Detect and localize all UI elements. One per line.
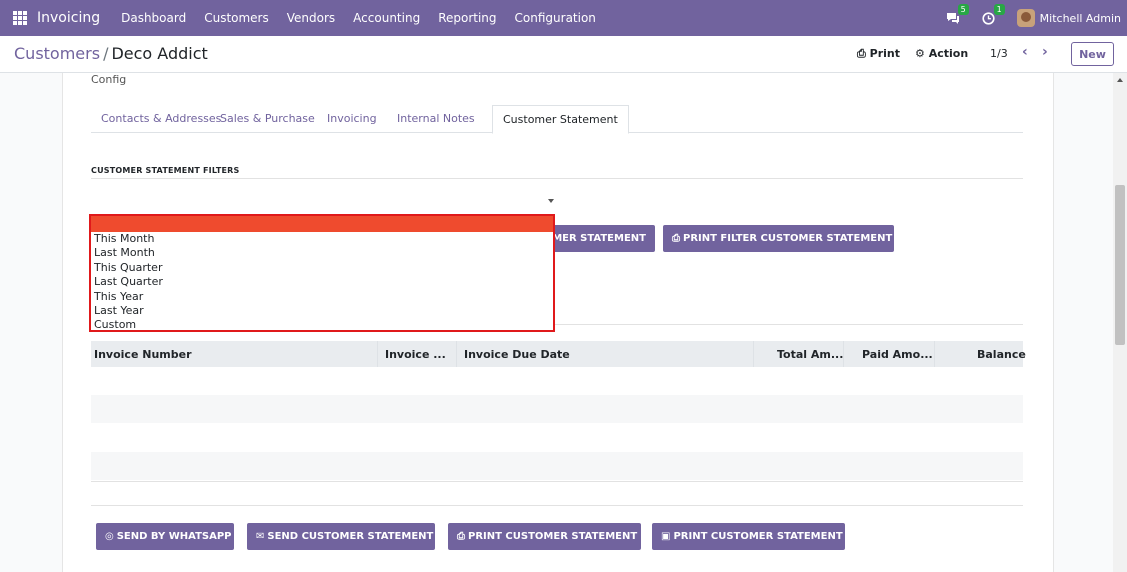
table-row [91,395,1023,423]
config-label: Config [91,73,127,86]
print-label: Print [869,47,901,60]
col-paid-amount[interactable]: Paid Amo... [862,348,933,361]
option-last-quarter[interactable]: Last Quarter [91,275,553,289]
breadcrumb: Customers / Deco Addict [14,44,208,63]
col-separator [753,341,754,367]
tab-customer-statement[interactable]: Customer Statement [492,105,629,134]
user-avatar[interactable] [1016,9,1035,27]
col-balance[interactable]: Balance [977,348,1026,361]
col-separator [377,341,378,367]
whatsapp-icon: ◎ [105,531,114,542]
activities-badge: 1 [993,4,1005,15]
gear-icon: ⚙ [915,47,925,60]
option-this-quarter[interactable]: This Quarter [91,261,553,275]
scroll-up-arrow-icon[interactable] [1117,78,1123,82]
envelope-icon: ✉ [256,531,265,542]
scrollbar-thumb[interactable] [1115,185,1125,345]
menu-accounting[interactable]: Accounting [353,11,420,25]
activity-clock-icon[interactable]: 1 [981,4,1005,26]
top-navbar: Invoicing Dashboard Customers Vendors Ac… [0,0,1127,36]
dropdown-selected-option[interactable] [91,216,553,232]
action-button[interactable]: ⚙ Action [915,47,968,60]
print-icon: ⎙ [457,531,465,542]
tab-contacts-addresses[interactable]: Contacts & Addresses [101,112,221,125]
send-customer-statement-button[interactable]: ✉ SEND CUSTOMER STATEMENT [247,523,435,550]
col-invoice-due-date[interactable]: Invoice Due Date [464,348,570,361]
user-name[interactable]: Mitchell Admin [1040,12,1121,25]
breadcrumb-current: Deco Addict [111,44,208,63]
col-invoice-date[interactable]: Invoice ... [385,348,446,361]
print-customer-statement-button[interactable]: ⎙ PRINT CUSTOMER STATEMENT [448,523,641,550]
menu-configuration[interactable]: Configuration [515,11,596,25]
menu-reporting[interactable]: Reporting [438,11,496,25]
print-icon: ⎙ [672,233,680,244]
messages-icon[interactable]: 5 [945,4,969,26]
action-label: Action [928,47,969,60]
tab-invoicing[interactable]: Invoicing [327,112,377,125]
option-this-month[interactable]: This Month [91,232,553,246]
pager-value[interactable]: 1/3 [990,47,1008,60]
table-row [91,424,1023,452]
table-row [91,367,1023,395]
filters-section-title: CUSTOMER STATEMENT FILTERS [91,166,240,175]
col-total-amount[interactable]: Total Am... [777,348,843,361]
table-bottom-divider [91,481,1023,482]
send-by-whatsapp-button[interactable]: ◎ SEND BY WHATSAPP [96,523,234,550]
col-invoice-number[interactable]: Invoice Number [94,348,192,361]
new-button[interactable]: New [1071,42,1114,66]
option-custom[interactable]: Custom [91,318,553,332]
filter-button-label: MER STATEMENT [552,233,646,244]
send-statement-label: SEND CUSTOMER STATEMENT [267,531,434,542]
breadcrumb-separator: / [103,44,109,63]
menu-dashboard[interactable]: Dashboard [121,11,186,25]
pager-previous-icon[interactable]: ‹ [1022,44,1028,60]
buttons-divider [91,505,1023,506]
option-this-year[interactable]: This Year [91,290,553,304]
section-divider [91,178,1023,179]
print-statement-label: PRINT CUSTOMER STATEMENT [468,531,638,542]
col-separator [934,341,935,367]
page-scrollbar[interactable] [1113,73,1127,572]
option-last-month[interactable]: Last Month [91,246,553,260]
pager-next-icon[interactable]: › [1042,44,1048,60]
option-last-year[interactable]: Last Year [91,304,553,318]
print-customer-statement-xlsx-button[interactable]: ▣ PRINT CUSTOMER STATEMENT [652,523,845,550]
table-row [91,452,1023,480]
print-statement-xlsx-label: PRINT CUSTOMER STATEMENT [673,531,843,542]
print-filter-customer-statement-button[interactable]: ⎙ PRINT FILTER CUSTOMER STATEMENT [663,225,894,252]
control-panel: Customers / Deco Addict ⎙ Print ⚙ Action 1… [0,36,1127,73]
tab-sales-purchase[interactable]: Sales & Purchase [220,112,315,125]
print-icon: ⎙ [857,47,866,60]
notebook-tabs: Contacts & Addresses Sales & Purchase In… [91,105,1023,134]
menu-vendors[interactable]: Vendors [287,11,335,25]
statement-table-header: Invoice Number Invoice ... Invoice Due D… [91,341,1026,367]
messages-badge: 5 [957,4,969,15]
menu-customers[interactable]: Customers [204,11,269,25]
print-filter-label: PRINT FILTER CUSTOMER STATEMENT [683,233,893,244]
col-separator [456,341,457,367]
file-excel-icon: ▣ [661,531,671,542]
app-name[interactable]: Invoicing [37,10,100,26]
print-button[interactable]: ⎙ Print [857,47,900,61]
tab-internal-notes[interactable]: Internal Notes [397,112,475,125]
breadcrumb-customers[interactable]: Customers [14,44,100,63]
apps-menu-icon[interactable] [13,11,27,25]
col-separator [843,341,844,367]
send-whatsapp-label: SEND BY WHATSAPP [116,531,232,542]
date-filter-dropdown[interactable]: This Month Last Month This Quarter Last … [89,214,555,332]
filter-select-caret-icon[interactable] [548,199,554,203]
